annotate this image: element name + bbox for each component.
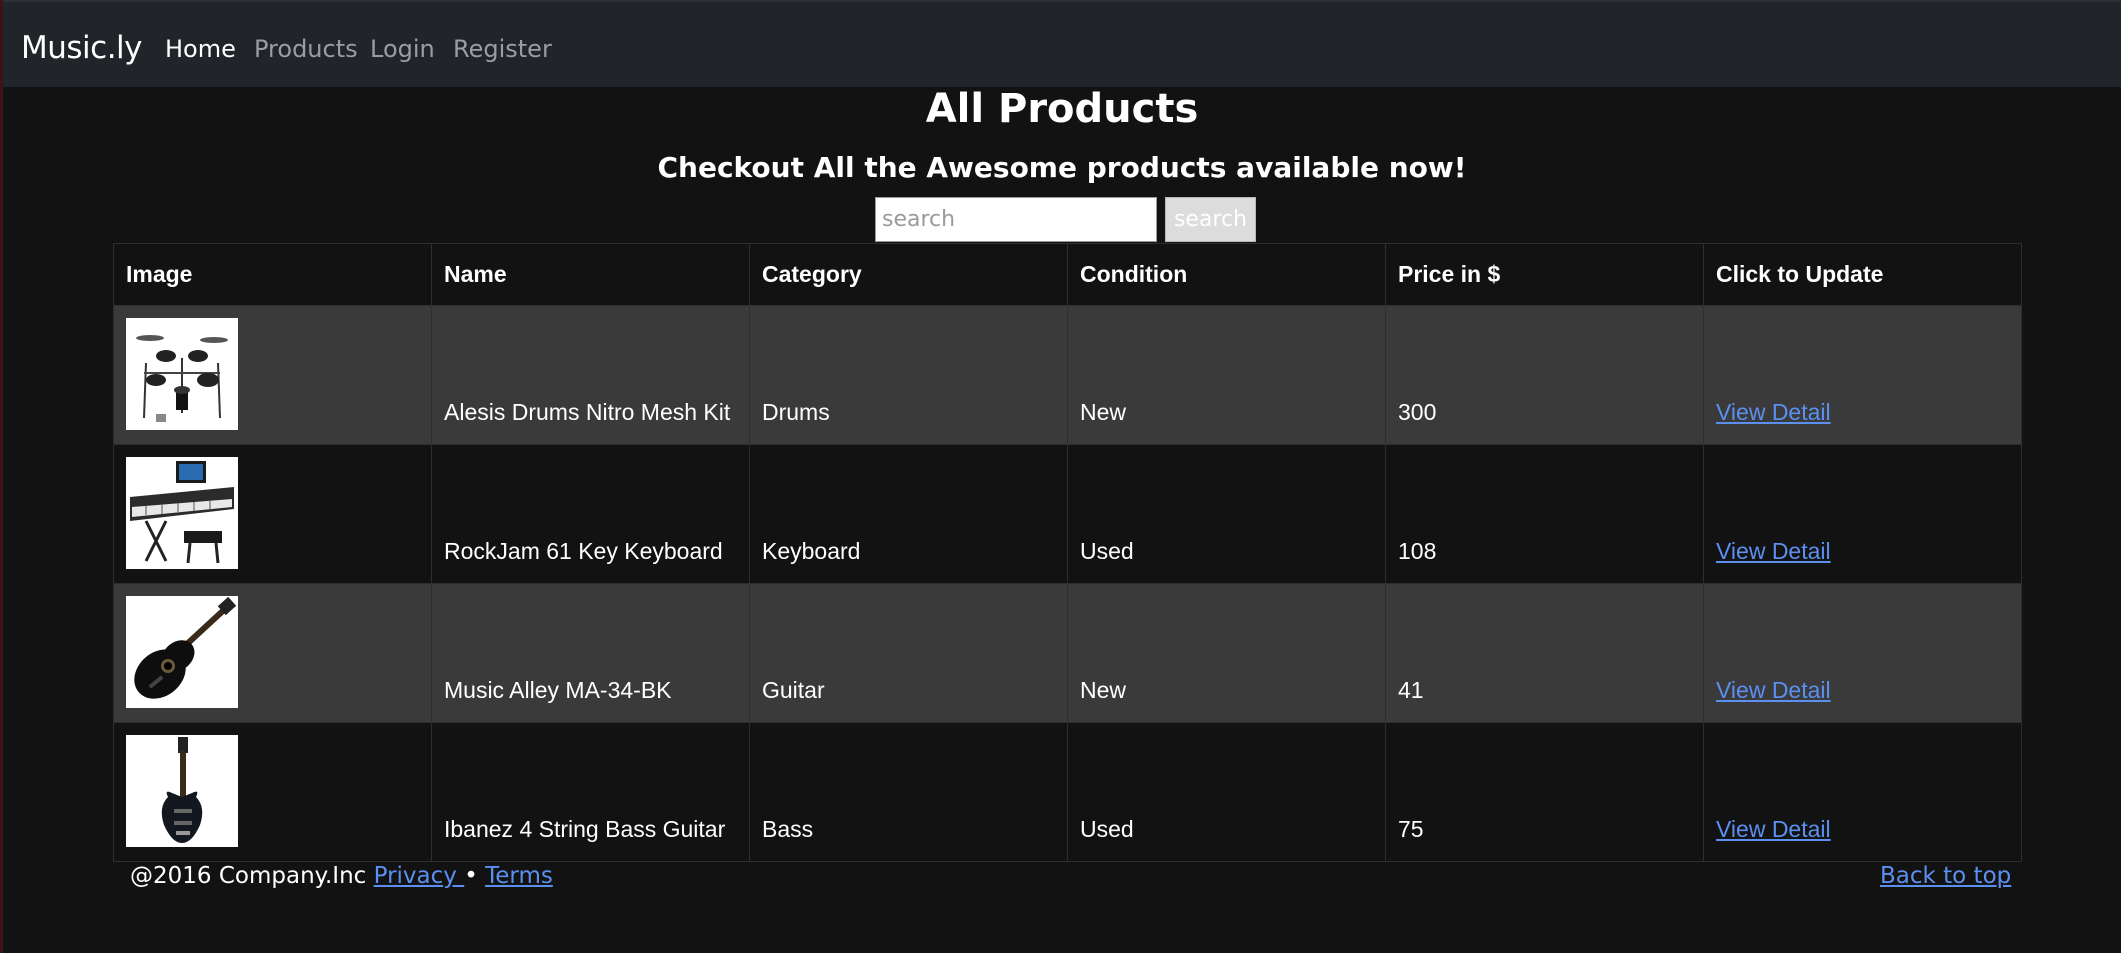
terms-link[interactable]: Terms [485,863,553,889]
image-cell [113,583,432,723]
footer-separator: • [464,863,478,889]
nav-home-link[interactable]: Home [165,35,236,63]
page: Music.ly Home Products Login Register Al… [0,0,2121,953]
nav-login-link[interactable]: Login [370,35,435,63]
product-category: Drums [749,305,1068,445]
page-subtitle: Checkout All the Awesome products availa… [657,151,1467,184]
product-category: Bass [749,722,1068,862]
acoustic-guitar-image [126,596,238,708]
product-condition: Used [1067,444,1386,584]
nav-products-link[interactable]: Products [254,35,358,63]
products-table: Image Name Category Condition Price in $… [113,243,2022,862]
table-header-row: Image Name Category Condition Price in $… [113,243,2022,306]
product-condition: New [1067,583,1386,723]
column-header-image: Image [113,243,432,306]
footer: @2016 Company.Inc Privacy • Terms [130,863,553,889]
column-header-category: Category [749,243,1068,306]
product-condition: Used [1067,722,1386,862]
product-price: 75 [1385,722,1704,862]
product-name: Alesis Drums Nitro Mesh Kit [431,305,750,445]
image-cell [113,444,432,584]
column-header-condition: Condition [1067,243,1386,306]
bass-guitar-image [126,735,238,847]
view-detail-link[interactable]: View Detail [1716,816,1831,842]
navbar: Music.ly Home Products Login Register [3,0,2121,87]
product-price: 108 [1385,444,1704,584]
column-header-price: Price in $ [1385,243,1704,306]
product-category: Guitar [749,583,1068,723]
product-name: RockJam 61 Key Keyboard [431,444,750,584]
product-category: Keyboard [749,444,1068,584]
update-cell: View Detail [1703,583,2022,723]
image-cell [113,305,432,445]
back-to-top-link[interactable]: Back to top [1880,863,2011,889]
column-header-name: Name [431,243,750,306]
product-price: 41 [1385,583,1704,723]
update-cell: View Detail [1703,722,2022,862]
product-name: Ibanez 4 String Bass Guitar [431,722,750,862]
privacy-link[interactable]: Privacy [374,863,465,889]
product-condition: New [1067,305,1386,445]
view-detail-link[interactable]: View Detail [1716,677,1831,703]
table-row: RockJam 61 Key Keyboard Keyboard Used 10… [113,444,2022,584]
brand-logo[interactable]: Music.ly [21,30,143,66]
view-detail-link[interactable]: View Detail [1716,399,1831,425]
table-row: Music Alley MA-34-BK Guitar New 41 View … [113,583,2022,723]
footer-copyright: @2016 Company.Inc [130,863,367,889]
view-detail-link[interactable]: View Detail [1716,538,1831,564]
product-price: 300 [1385,305,1704,445]
image-cell [113,722,432,862]
drum-kit-image [126,318,238,430]
table-row: Ibanez 4 String Bass Guitar Bass Used 75… [113,722,2022,862]
update-cell: View Detail [1703,444,2022,584]
table-row: Alesis Drums Nitro Mesh Kit Drums New 30… [113,305,2022,445]
search-button[interactable]: search [1165,197,1256,242]
page-title: All Products [925,86,1199,132]
nav-register-link[interactable]: Register [453,35,552,63]
product-name: Music Alley MA-34-BK [431,583,750,723]
column-header-update: Click to Update [1703,243,2022,306]
keyboard-image [126,457,238,569]
search-input[interactable] [875,197,1157,242]
update-cell: View Detail [1703,305,2022,445]
